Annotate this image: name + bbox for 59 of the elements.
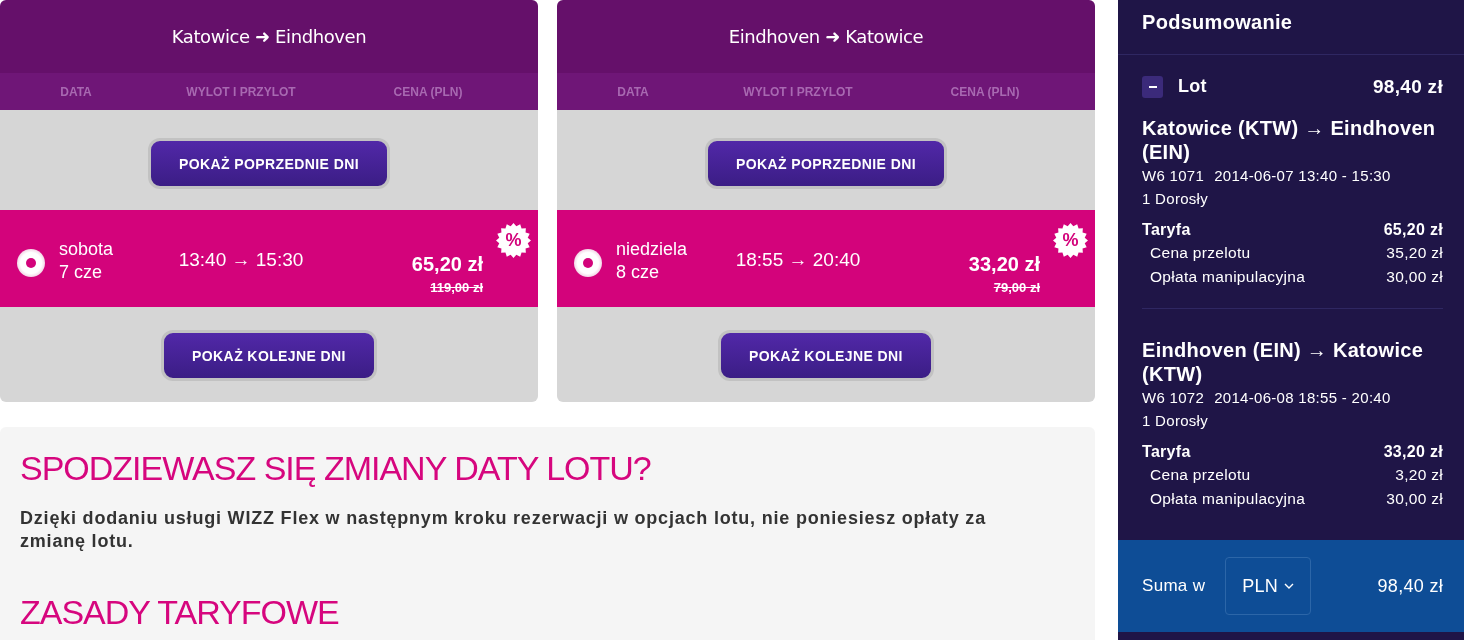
previous-price: 119,00 zł (430, 279, 483, 296)
column-heading: DATA (617, 84, 649, 99)
weekday-label: niedziela (616, 238, 688, 261)
radio-button[interactable] (17, 248, 45, 277)
fare-price: 65,20 zł (411, 251, 483, 276)
passenger-count: 1 Dorosły (1142, 189, 1210, 209)
flight-times: 13:40 → 15:30 (178, 248, 304, 271)
discount-badge: % (1053, 223, 1088, 258)
charge-amount: 30,00 zł (1386, 489, 1443, 509)
charge-label: Cena przelotu (1150, 465, 1251, 485)
charge-amount: 30,00 zł (1386, 267, 1443, 287)
charge-amount: 3,20 zł (1395, 465, 1443, 485)
flight-number: W6 1071 (1142, 166, 1205, 186)
next-days-button[interactable]: POKAŻ KOLEJNE DNI (161, 330, 377, 381)
flight-times: 18:55 → 20:40 (735, 248, 861, 271)
section-total: 98,40 zł (1373, 75, 1443, 98)
fare-total: 65,20 zł (1383, 220, 1443, 240)
column-heading: DATA (60, 84, 92, 99)
flight-option-row[interactable]: niedziela 8 cze 18:55 → 20:40 33,20 zł 79,00 zł % (557, 210, 1095, 307)
charge-label: Opłata manipulacyjna (1150, 267, 1306, 287)
date-label: 7 cze (59, 261, 104, 284)
previous-days-button[interactable]: POKAŻ POPRZEDNIE DNI (705, 138, 947, 189)
charge-label: Opłata manipulacyjna (1150, 489, 1306, 509)
weekday-label: sobota (59, 238, 114, 261)
currency-select[interactable]: PLN (1225, 557, 1312, 615)
column-heading: WYLOT I PRZYLOT (743, 84, 853, 99)
flight-schedule: 2014-06-07 13:40 - 15:30 (1214, 166, 1391, 186)
column-heading: CENA (PLN) (950, 84, 1020, 99)
previous-price: 79,00 zł (993, 279, 1040, 296)
radio-button[interactable] (574, 248, 602, 277)
previous-days-button[interactable]: POKAŻ POPRZEDNIE DNI (148, 138, 390, 189)
date-label: 8 cze (616, 261, 661, 284)
fare-total: 33,20 zł (1383, 442, 1443, 462)
flight-number: W6 1072 (1142, 388, 1205, 408)
fare-price: 33,20 zł (968, 251, 1040, 276)
route-name: Katowice (KTW) → Eindhoven (EIN) (1142, 116, 1437, 164)
route-title: Eindhoven ➜ Katowice (728, 26, 924, 47)
route-name: Eindhoven (EIN) → Katowice (KTW) (1142, 338, 1425, 386)
column-heading: CENA (PLN) (393, 84, 463, 99)
total-label: Suma w (1142, 576, 1206, 596)
fare-label: Taryfa (1142, 442, 1191, 462)
collapse-toggle[interactable] (1142, 75, 1163, 98)
info-text: Dzięki dodaniu usługi WIZZ Flex w następnym kroku rezerwacji w opcjach lotu, nie poniesiesz opłaty za zmianę lotu. (20, 507, 987, 553)
charge-label: Cena przelotu (1150, 243, 1251, 263)
total-amount: 98,40 zł (1377, 575, 1443, 597)
passenger-count: 1 Dorosły (1142, 411, 1210, 431)
flight-option-row[interactable]: sobota 7 cze 13:40 → 15:30 65,20 zł 119,00 zł % (0, 210, 538, 307)
discount-badge: % (496, 223, 531, 258)
charge-amount: 35,20 zł (1386, 243, 1443, 263)
flight-schedule: 2014-06-08 18:55 - 20:40 (1214, 388, 1391, 408)
next-days-button[interactable]: POKAŻ KOLEJNE DNI (718, 330, 934, 381)
route-title: Katowice ➜ Eindhoven (171, 26, 367, 47)
section-heading: SPODZIEWASZ SIĘ ZMIANY DATY LOTU? (20, 448, 652, 489)
chevron-down-icon (1284, 583, 1295, 589)
section-label: Lot (1178, 76, 1207, 97)
column-heading: WYLOT I PRZYLOT (186, 84, 296, 99)
section-heading: ZASADY TARYFOWE (20, 592, 340, 633)
fare-label: Taryfa (1142, 220, 1191, 240)
summary-title: Podsumowanie (1142, 11, 1293, 33)
